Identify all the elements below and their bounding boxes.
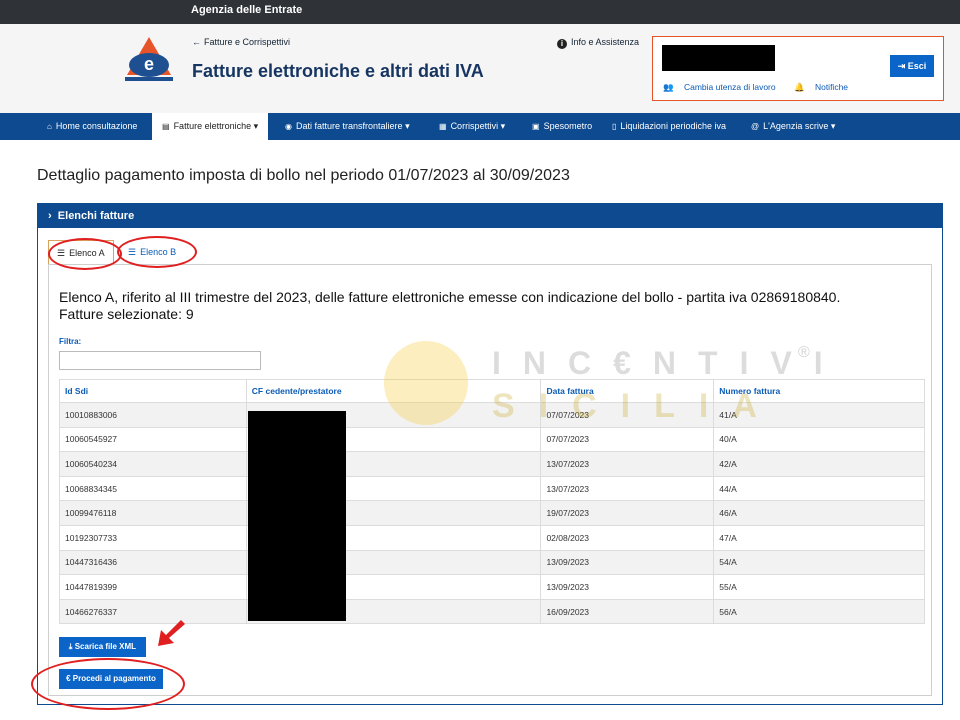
cell-numero: 55/A — [713, 574, 925, 600]
info-assistenza-link[interactable]: i Info e Assistenza — [557, 37, 639, 49]
back-link-fatture-corrispettivi[interactable]: ← Fatture e Corrispettivi — [192, 37, 290, 47]
redacted-cf-column — [248, 411, 346, 621]
cell-data: 13/07/2023 — [540, 475, 715, 502]
table-row[interactable]: 10060540234 13/07/2023 42/A — [59, 451, 925, 477]
cell-data: 07/07/2023 — [540, 426, 715, 453]
table-row[interactable]: 10192307733 02/08/2023 47/A — [59, 524, 925, 551]
cell-id-sdi: 10447316436 — [59, 549, 247, 576]
logout-button[interactable]: ⇥ Esci — [890, 55, 934, 77]
redacted-user-name — [662, 45, 775, 71]
document-icon: ▤ — [162, 122, 170, 131]
cell-id-sdi: 10192307733 — [59, 524, 247, 551]
site-header: e ← Fatture e Corrispettivi Fatture elett… — [0, 24, 960, 113]
chevron-down-icon: ▾ — [253, 121, 259, 131]
users-icon: 👥 — [663, 82, 676, 92]
table-row[interactable]: 10447316436 13/09/2023 54/A — [59, 549, 925, 576]
fatture-table: Id Sdi CF cedente/prestatore Data fattur… — [59, 379, 925, 625]
cell-id-sdi: 10060545927 — [59, 426, 247, 453]
table-row[interactable]: 10068834345 13/07/2023 44/A — [59, 475, 925, 502]
cell-id-sdi: 10010883006 — [59, 402, 247, 428]
nav-item-fatture-elettroniche[interactable]: ▤ Fatture elettroniche ▾ — [152, 113, 269, 140]
column-header-data[interactable]: Data fattura — [540, 379, 715, 403]
column-header-id-sdi[interactable]: Id Sdi — [59, 379, 247, 403]
file-icon: ▯ — [612, 122, 617, 131]
column-header-numero[interactable]: Numero fattura — [713, 379, 925, 403]
red-arrow-icon — [158, 620, 185, 646]
chevron-down-icon: ▾ — [830, 121, 836, 131]
filter-label: Filtra: — [59, 337, 82, 346]
logout-icon: ⇥ — [897, 61, 908, 71]
cell-id-sdi: 10466276337 — [59, 598, 247, 625]
agency-topbar: Agenzia delle Entrate — [0, 0, 960, 24]
download-xml-button[interactable]: ⤓ Scarica file XML — [59, 637, 146, 657]
bag-icon: ▣ — [532, 122, 540, 131]
cell-id-sdi: 10060540234 — [59, 451, 247, 477]
user-links: 👥 Cambia utenza di lavoro 🔔 Notifiche — [663, 82, 864, 93]
table-row[interactable]: 10099476118 19/07/2023 46/A — [59, 500, 925, 526]
nav-item-spesometro[interactable]: ▣ Spesometro — [532, 113, 592, 140]
annotation-ring-elenco-a — [48, 238, 122, 270]
change-user-link[interactable]: 👥 Cambia utenza di lavoro — [663, 82, 784, 92]
info-icon: i — [557, 39, 567, 49]
notifications-link[interactable]: 🔔 Notifiche — [794, 82, 856, 92]
nav-item-agenzia-scrive[interactable]: @ L'Agenzia scrive ▾ — [751, 113, 835, 140]
table-row[interactable]: 10010883006 07/07/2023 41/A — [59, 402, 925, 428]
cell-numero: 47/A — [713, 524, 925, 551]
agenzia-logo-icon: e — [125, 37, 173, 81]
globe-icon: ◉ — [285, 122, 292, 131]
main-nav: ⌂ Home consultazione ▤ Fatture elettronich… — [0, 113, 960, 140]
panel-header[interactable]: › Elenchi fatture — [38, 204, 942, 228]
cell-id-sdi: 10068834345 — [59, 475, 247, 502]
cell-id-sdi: 10099476118 — [59, 500, 247, 526]
nav-item-transfrontaliere[interactable]: ◉ Dati fatture transfrontaliere ▾ — [285, 113, 410, 140]
cell-numero: 42/A — [713, 451, 925, 477]
cell-data: 13/07/2023 — [540, 451, 715, 477]
cell-data: 07/07/2023 — [540, 402, 715, 428]
app-title: Fatture elettroniche e altri dati IVA — [192, 61, 484, 81]
table-row[interactable]: 10466276337 16/09/2023 56/A — [59, 598, 925, 625]
table-header-row: Id Sdi CF cedente/prestatore Data fattur… — [59, 379, 925, 403]
nav-item-liquidazioni[interactable]: ▯ Liquidazioni periodiche iva — [612, 113, 726, 140]
table-row[interactable]: 10447819399 13/09/2023 55/A — [59, 574, 925, 600]
cell-numero: 46/A — [713, 500, 925, 526]
bell-icon: 🔔 — [794, 82, 807, 92]
table-row[interactable]: 10060545927 07/07/2023 40/A — [59, 426, 925, 453]
cell-data: 13/09/2023 — [540, 574, 715, 600]
cell-data: 13/09/2023 — [540, 549, 715, 576]
cell-id-sdi: 10447819399 — [59, 574, 247, 600]
cell-data: 19/07/2023 — [540, 500, 715, 526]
arrow-left-icon: ← — [192, 37, 201, 47]
annotation-ring-elenco-b — [117, 236, 197, 268]
nav-item-corrispettivi[interactable]: ▦ Corrispettivi ▾ — [439, 113, 505, 140]
column-header-cf[interactable]: CF cedente/prestatore — [245, 379, 542, 403]
svg-text:e: e — [144, 54, 154, 74]
cell-data: 16/09/2023 — [540, 598, 715, 625]
chevron-right-icon: › — [48, 210, 52, 222]
download-icon: ⤓ — [68, 642, 73, 651]
agency-name: Agenzia delle Entrate — [191, 4, 303, 16]
annotation-ring-pay — [31, 658, 185, 710]
cell-numero: 44/A — [713, 475, 925, 502]
home-icon: ⌂ — [47, 122, 52, 131]
filter-input[interactable] — [59, 351, 261, 370]
calculator-icon: ▦ — [439, 122, 447, 131]
cell-numero: 56/A — [713, 598, 925, 625]
cell-numero: 41/A — [713, 402, 925, 428]
cell-data: 02/08/2023 — [540, 524, 715, 551]
elenco-heading: Elenco A, riferito al III trimestre del … — [59, 289, 841, 322]
user-box: ⇥ Esci 👥 Cambia utenza di lavoro 🔔 Notif… — [652, 36, 944, 101]
cell-numero: 40/A — [713, 426, 925, 453]
page-title: Dettaglio pagamento imposta di bollo nel… — [37, 167, 570, 184]
at-icon: @ — [751, 122, 760, 131]
cell-numero: 54/A — [713, 549, 925, 576]
nav-item-home[interactable]: ⌂ Home consultazione — [47, 113, 137, 140]
chevron-down-icon: ▾ — [500, 121, 506, 131]
chevron-down-icon: ▾ — [405, 121, 410, 131]
